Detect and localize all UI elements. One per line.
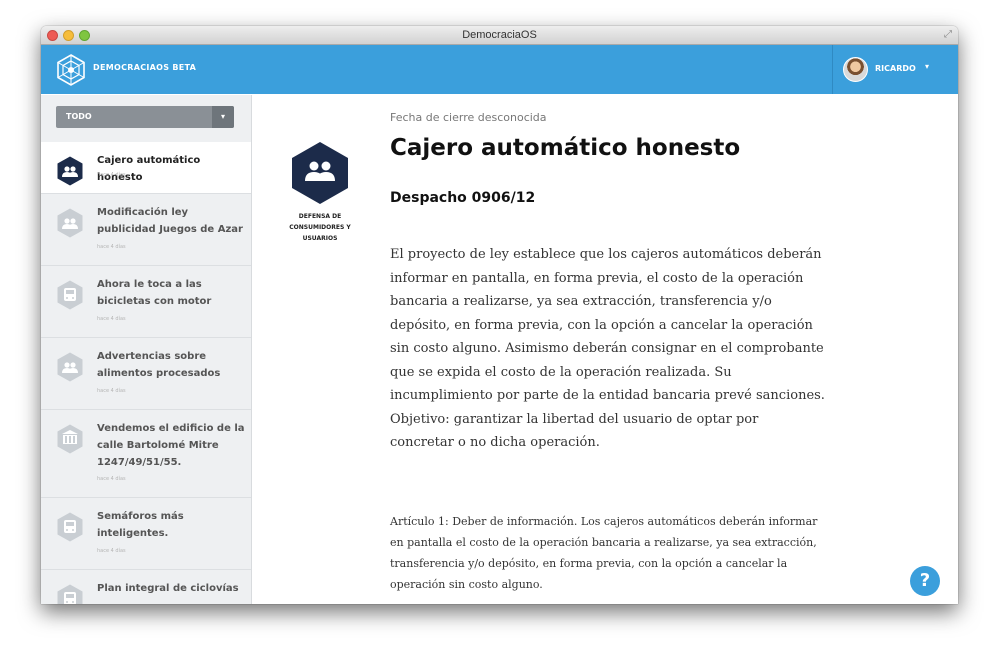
list-item-title: Cajero automático honesto	[97, 155, 201, 183]
list-item[interactable]: Ahora le toca a las bicicletas con motor…	[41, 266, 251, 338]
category-icon	[292, 142, 348, 204]
list-item[interactable]: Plan integral de ciclovíashace 4 días	[41, 570, 251, 604]
fullscreen-icon[interactable]: ⤢	[944, 29, 952, 40]
list-item-date: hace 4 días	[97, 476, 126, 482]
list-item-date: hace 4 días	[97, 316, 126, 322]
building-icon	[57, 424, 83, 454]
list-item-title: Advertencias sobre alimentos procesados	[97, 351, 221, 379]
close-date: Fecha de cierre desconocida	[390, 111, 547, 124]
list-item[interactable]: Advertencias sobre alimentos procesados h…	[41, 338, 251, 410]
brand-name[interactable]: DEMOCRACIAOS BETA	[93, 63, 196, 72]
list-item-date: hace 4 días	[97, 388, 126, 394]
chevron-down-icon[interactable]: ▾	[212, 106, 234, 128]
list-item[interactable]: Modificación ley publicidad Juegos de Az…	[41, 194, 251, 266]
page-subtitle: Despacho 0906/12	[390, 190, 536, 206]
filter-select[interactable]: TODO ▾	[56, 106, 234, 128]
list-item[interactable]: Vendemos el edificio de la calle Bartolo…	[41, 410, 251, 498]
law-list: Cajero automático honesto hace 4 días Modi…	[41, 142, 251, 604]
sidebar: TODO ▾ Cajero automático honesto hace 4 d…	[41, 95, 252, 604]
list-item-title: Semáforos más inteligentes.	[97, 511, 184, 539]
window-title: DemocraciaOS	[462, 29, 537, 41]
avatar[interactable]	[843, 57, 868, 82]
bus-icon	[57, 512, 83, 542]
app-window: DemocraciaOS ⤢ DEMOCRACIAOS BETA RICARDO…	[41, 26, 958, 604]
list-item[interactable]: Semáforos más inteligentes. hace 4 días	[41, 498, 251, 570]
category-name: DEFENSA DE CONSUMIDORES Y USUARIOS	[289, 213, 351, 242]
title-bar: DemocraciaOS ⤢	[41, 26, 958, 45]
filter-select-value: TODO	[66, 112, 92, 121]
law-article: Artículo 1: Deber de información. Los ca…	[390, 515, 818, 591]
democraciaos-logo-icon[interactable]	[55, 54, 87, 86]
list-item-date: hace 4 días	[97, 548, 126, 554]
list-item-date: hace 4 días	[97, 244, 126, 250]
law-summary: El proyecto de ley establece que los caj…	[390, 247, 825, 450]
law-detail: DEFENSA DE CONSUMIDORES Y USUARIOS Fecha…	[253, 95, 958, 604]
chevron-down-icon[interactable]: ▾	[925, 62, 929, 71]
list-item[interactable]: Cajero automático honesto hace 4 días	[41, 142, 251, 194]
list-item-title: Modificación ley publicidad Juegos de Az…	[97, 207, 243, 235]
user-name[interactable]: RICARDO	[875, 64, 916, 73]
user-menu[interactable]: RICARDO ▾	[832, 45, 958, 94]
bus-icon	[57, 584, 83, 604]
help-button[interactable]: ?	[910, 566, 940, 596]
list-item-title: Ahora le toca a las bicicletas con motor	[97, 279, 212, 307]
list-item-date: hace 4 días	[97, 172, 126, 178]
list-item-title: Plan integral de ciclovías	[97, 583, 239, 594]
bus-icon	[57, 280, 83, 310]
people-icon	[57, 352, 83, 382]
app-header: DEMOCRACIAOS BETA RICARDO ▾	[41, 45, 958, 94]
people-icon	[57, 208, 83, 238]
list-item-title: Vendemos el edificio de la calle Bartolo…	[97, 423, 245, 468]
page-title: Cajero automático honesto	[390, 135, 741, 161]
people-icon	[57, 156, 83, 186]
